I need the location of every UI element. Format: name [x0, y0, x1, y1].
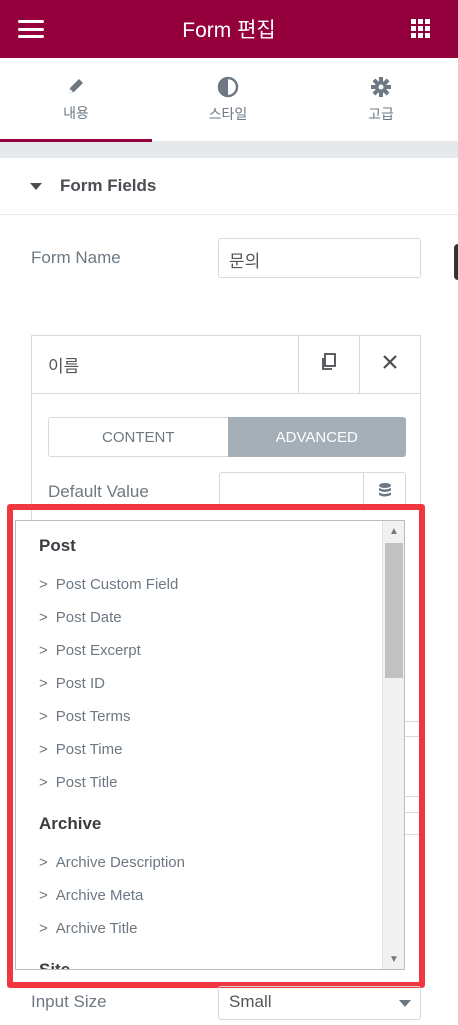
- group-site: Site: [39, 960, 71, 970]
- panel-tabs: 내용 스타일 고급: [0, 58, 458, 142]
- group-archive: Archive: [39, 814, 102, 833]
- chevron-right-icon: >: [39, 774, 48, 791]
- chevron-right-icon: >: [39, 576, 48, 593]
- tag-post-terms[interactable]: > Post Terms: [16, 700, 383, 733]
- navigator-handle[interactable]: [454, 244, 458, 280]
- caret-down-icon: [30, 182, 42, 190]
- tag-post-id[interactable]: > Post ID: [16, 667, 383, 700]
- form-name-input[interactable]: 문의: [218, 238, 421, 278]
- panel-title: Form 편집: [182, 19, 276, 42]
- divider: [0, 142, 458, 158]
- close-icon: [381, 353, 399, 376]
- tab-style[interactable]: 스타일: [152, 58, 304, 142]
- group-post: Post: [39, 536, 76, 555]
- tag-archive-meta[interactable]: > Archive Meta: [16, 879, 383, 912]
- input-size-label: Input Size: [31, 992, 107, 1011]
- grid-icon[interactable]: [411, 19, 430, 38]
- dropdown-scrollbar[interactable]: ▲ ▼: [382, 521, 404, 969]
- tab-advanced-label: 고급: [368, 105, 394, 122]
- repeater-item-title: 이름: [48, 357, 80, 377]
- tag-post-time[interactable]: > Post Time: [16, 733, 383, 766]
- chevron-right-icon: >: [39, 920, 48, 937]
- chevron-right-icon: >: [39, 741, 48, 758]
- tag-post-date[interactable]: > Post Date: [16, 601, 383, 634]
- editor-header: Form 편집: [0, 0, 458, 58]
- scrollbar-thumb[interactable]: [385, 543, 403, 678]
- remove-button[interactable]: [359, 335, 420, 394]
- advanced-tab-button[interactable]: ADVANCED: [227, 417, 406, 457]
- database-icon: [377, 482, 393, 503]
- section-form-fields[interactable]: Form Fields: [0, 158, 458, 215]
- form-name-label: Form Name: [31, 248, 121, 267]
- content-advanced-switch: CONTENT ADVANCED: [48, 417, 406, 457]
- chevron-right-icon: >: [39, 708, 48, 725]
- chevron-right-icon: >: [39, 609, 48, 626]
- section-title: Form Fields: [60, 176, 157, 195]
- chevron-right-icon: >: [39, 887, 48, 904]
- chevron-right-icon: >: [39, 854, 48, 871]
- copy-icon: [320, 353, 338, 376]
- dynamic-tags-list: Post > Post Custom Field > Post Date > Post…: [16, 521, 383, 970]
- chevron-right-icon: >: [39, 675, 48, 692]
- pencil-icon: [66, 75, 86, 97]
- dynamic-tags-dropdown[interactable]: Post > Post Custom Field > Post Date > Post…: [15, 520, 405, 970]
- tag-archive-title[interactable]: > Archive Title: [16, 912, 383, 945]
- tag-post-custom-field[interactable]: > Post Custom Field: [16, 568, 383, 601]
- tab-content[interactable]: 내용: [0, 58, 152, 142]
- input-size-select[interactable]: Small: [218, 986, 421, 1020]
- content-tab-button[interactable]: CONTENT: [48, 417, 228, 457]
- form-name-control: Form Name 문의: [31, 238, 421, 278]
- default-value-label: Default Value: [48, 482, 149, 501]
- scroll-down-icon[interactable]: ▼: [383, 949, 404, 969]
- duplicate-button[interactable]: [298, 335, 359, 394]
- chevron-right-icon: >: [39, 642, 48, 659]
- tab-advanced[interactable]: 고급: [304, 58, 458, 142]
- hamburger-icon[interactable]: [18, 20, 44, 38]
- tab-style-label: 스타일: [208, 105, 248, 122]
- tag-archive-description[interactable]: > Archive Description: [16, 846, 383, 879]
- input-size-value: Small: [229, 992, 272, 1011]
- gear-icon: [370, 76, 392, 98]
- contrast-icon: [217, 76, 239, 98]
- scroll-up-icon[interactable]: ▲: [383, 521, 404, 541]
- tag-post-title[interactable]: > Post Title: [16, 766, 383, 799]
- tab-content-label: 내용: [63, 104, 89, 121]
- chevron-down-icon: [399, 1000, 411, 1007]
- repeater-item-header[interactable]: 이름: [32, 335, 420, 394]
- tag-post-excerpt[interactable]: > Post Excerpt: [16, 634, 383, 667]
- input-size-control: Input Size Small: [31, 986, 421, 1022]
